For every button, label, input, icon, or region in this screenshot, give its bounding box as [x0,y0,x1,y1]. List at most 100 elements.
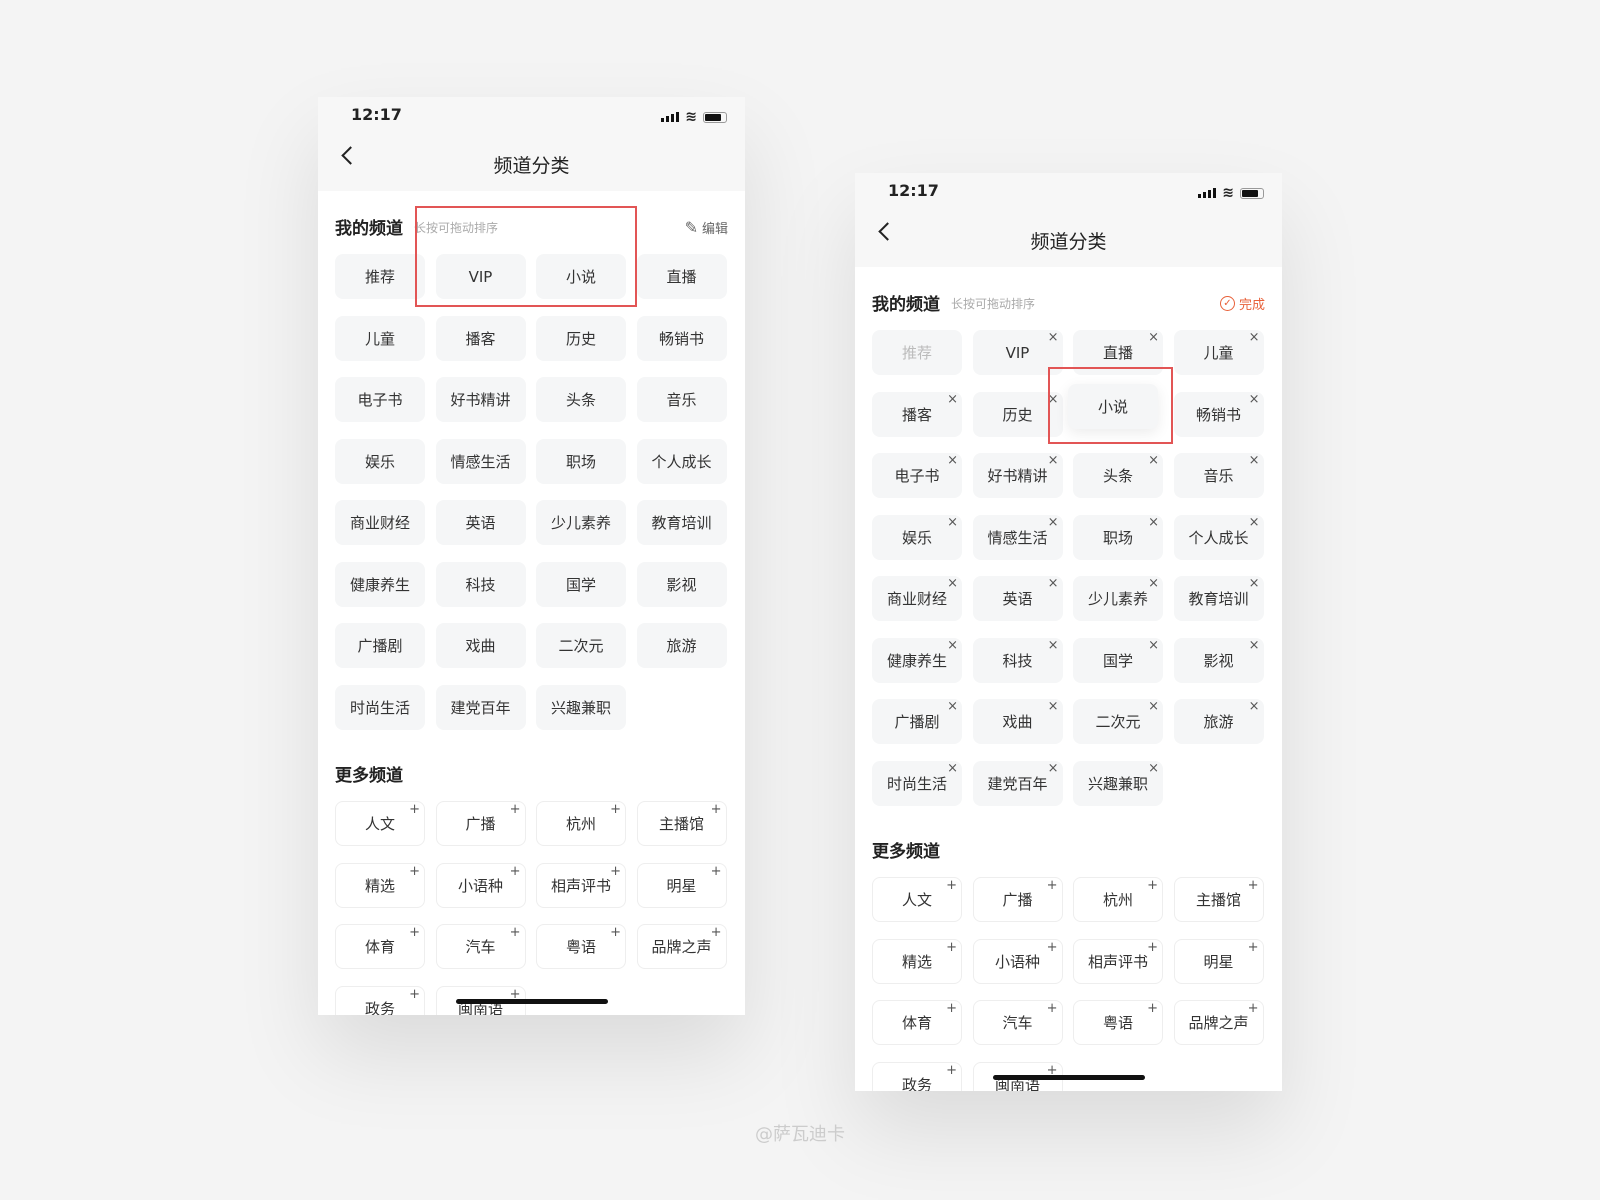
remove-icon[interactable]: × [1048,454,1059,468]
channel-chip[interactable]: 科技 [435,561,526,607]
more-channel-chip[interactable]: 精选 + [335,862,425,908]
remove-icon[interactable]: × [947,392,958,407]
more-channel-chip[interactable]: 明星 + [1173,938,1264,984]
done-button[interactable]: ✓ 完成 [1219,294,1265,313]
add-icon[interactable]: + [610,864,621,879]
remove-icon[interactable]: × [1048,761,1059,776]
remove-icon[interactable]: × [1249,515,1260,530]
channel-chip[interactable]: 英语 × [972,576,1063,621]
channel-chip[interactable]: 旅游 × [1173,699,1264,744]
add-icon[interactable]: + [946,879,957,893]
channel-chip[interactable]: 兴趣兼职 × [1073,760,1163,806]
more-channel-chip[interactable]: 体育 + [872,1000,962,1045]
more-channel-chip[interactable]: 汽车 + [972,1000,1063,1045]
channel-chip[interactable]: 儿童 × [1173,330,1264,375]
add-icon[interactable]: + [946,1002,957,1016]
channel-chip[interactable]: 播客 × [872,391,962,437]
add-icon[interactable]: + [1248,1002,1259,1016]
more-channel-chip[interactable]: 杭州 + [1073,877,1163,922]
add-icon[interactable]: + [610,803,621,817]
channel-chip[interactable]: 健康养生 [335,561,425,607]
more-channel-chip[interactable]: 政务 + [872,1061,962,1091]
channel-chip[interactable]: 戏曲 × [972,699,1063,744]
channel-chip[interactable]: 国学 [536,561,626,607]
add-icon[interactable]: + [510,864,521,879]
channel-chip[interactable]: 音乐 × [1173,453,1264,498]
channel-chip[interactable]: 国学 × [1073,637,1163,683]
channel-chip[interactable]: 时尚生活 [335,684,425,730]
add-icon[interactable]: + [1147,879,1158,893]
more-channel-chip[interactable]: 杭州 + [536,801,626,846]
channel-chip[interactable]: 二次元 × [1073,699,1163,744]
more-channel-chip[interactable]: 精选 + [872,938,962,984]
channel-chip[interactable]: 畅销书 [636,315,727,361]
more-channel-chip[interactable]: 粤语 + [1073,1000,1163,1045]
remove-icon[interactable]: × [1048,331,1059,345]
add-icon[interactable]: + [1047,1002,1058,1016]
remove-icon[interactable]: × [1249,577,1260,591]
channel-chip[interactable]: 职场 × [1073,514,1163,560]
channel-chip[interactable]: 旅游 [636,623,727,668]
remove-icon[interactable]: × [1048,577,1059,591]
more-channel-chip[interactable]: 汽车 + [435,924,526,969]
add-icon[interactable]: + [711,864,722,879]
more-channel-chip[interactable]: 主播馆 + [636,801,727,846]
remove-icon[interactable]: × [1048,515,1059,530]
channel-chip[interactable]: 教育培训 × [1173,576,1264,621]
channel-chip[interactable]: 个人成长 [636,438,727,484]
more-channel-chip[interactable]: 小语种 + [972,938,1063,984]
more-channel-chip[interactable]: 相声评书 + [1073,938,1163,984]
remove-icon[interactable]: × [1148,700,1159,714]
edit-button[interactable]: ✎ 编辑 [685,218,728,237]
remove-icon[interactable]: × [1148,577,1159,591]
add-icon[interactable]: + [1248,940,1259,955]
add-icon[interactable]: + [409,803,420,817]
channel-chip[interactable]: 好书精讲 × [972,453,1063,498]
remove-icon[interactable]: × [1148,454,1159,468]
channel-chip[interactable]: 音乐 [636,377,727,422]
channel-chip[interactable]: 推荐 [872,330,962,375]
add-icon[interactable]: + [409,864,420,879]
channel-chip[interactable]: 影视 [636,561,727,607]
home-indicator[interactable] [993,1075,1145,1080]
remove-icon[interactable]: × [947,638,958,653]
more-channel-chip[interactable]: 体育 + [335,924,425,969]
channel-chip[interactable]: 少儿素养 × [1073,576,1163,621]
channel-chip[interactable]: 娱乐 [335,438,425,484]
more-channel-chip[interactable]: 政务 + [335,985,425,1015]
remove-icon[interactable]: × [1048,700,1059,714]
add-icon[interactable]: + [1047,879,1058,893]
add-icon[interactable]: + [510,926,521,940]
channel-chip[interactable]: 商业财经 × [872,576,962,621]
more-channel-chip[interactable]: 广播 + [435,801,526,846]
channel-chip[interactable]: 时尚生活 × [872,760,962,806]
remove-icon[interactable]: × [1148,331,1159,345]
more-channel-chip[interactable]: 广播 + [972,877,1063,922]
more-channel-chip[interactable]: 粤语 + [536,924,626,969]
channel-chip[interactable]: 播客 [435,315,526,361]
more-channel-chip[interactable]: 主播馆 + [1173,877,1264,922]
channel-chip[interactable]: 二次元 [536,623,626,668]
remove-icon[interactable]: × [947,577,958,591]
channel-chip[interactable]: 影视 × [1173,637,1264,683]
channel-chip[interactable]: 商业财经 [335,500,425,545]
channel-chip[interactable]: 畅销书 × [1173,391,1264,437]
remove-icon[interactable]: × [1249,454,1260,468]
add-icon[interactable]: + [1147,940,1158,955]
channel-chip[interactable]: 戏曲 [435,623,526,668]
more-channel-chip[interactable]: 品牌之声 + [1173,1000,1264,1045]
add-icon[interactable]: + [1047,940,1058,955]
channel-chip[interactable]: 历史 [536,315,626,361]
channel-chip[interactable]: 儿童 [335,315,425,361]
channel-chip[interactable]: 个人成长 × [1173,514,1264,560]
more-channel-chip[interactable]: 小语种 + [435,862,526,908]
channel-chip[interactable]: 科技 × [972,637,1063,683]
channel-chip[interactable]: 广播剧 [335,623,425,668]
more-channel-chip[interactable]: 人文 + [872,877,962,922]
remove-icon[interactable]: × [1048,638,1059,653]
channel-chip[interactable]: 建党百年 × [972,760,1063,806]
channel-chip[interactable]: 情感生活 [435,438,526,484]
add-icon[interactable]: + [946,940,957,955]
remove-icon[interactable]: × [1249,392,1260,407]
remove-icon[interactable]: × [1249,331,1260,345]
